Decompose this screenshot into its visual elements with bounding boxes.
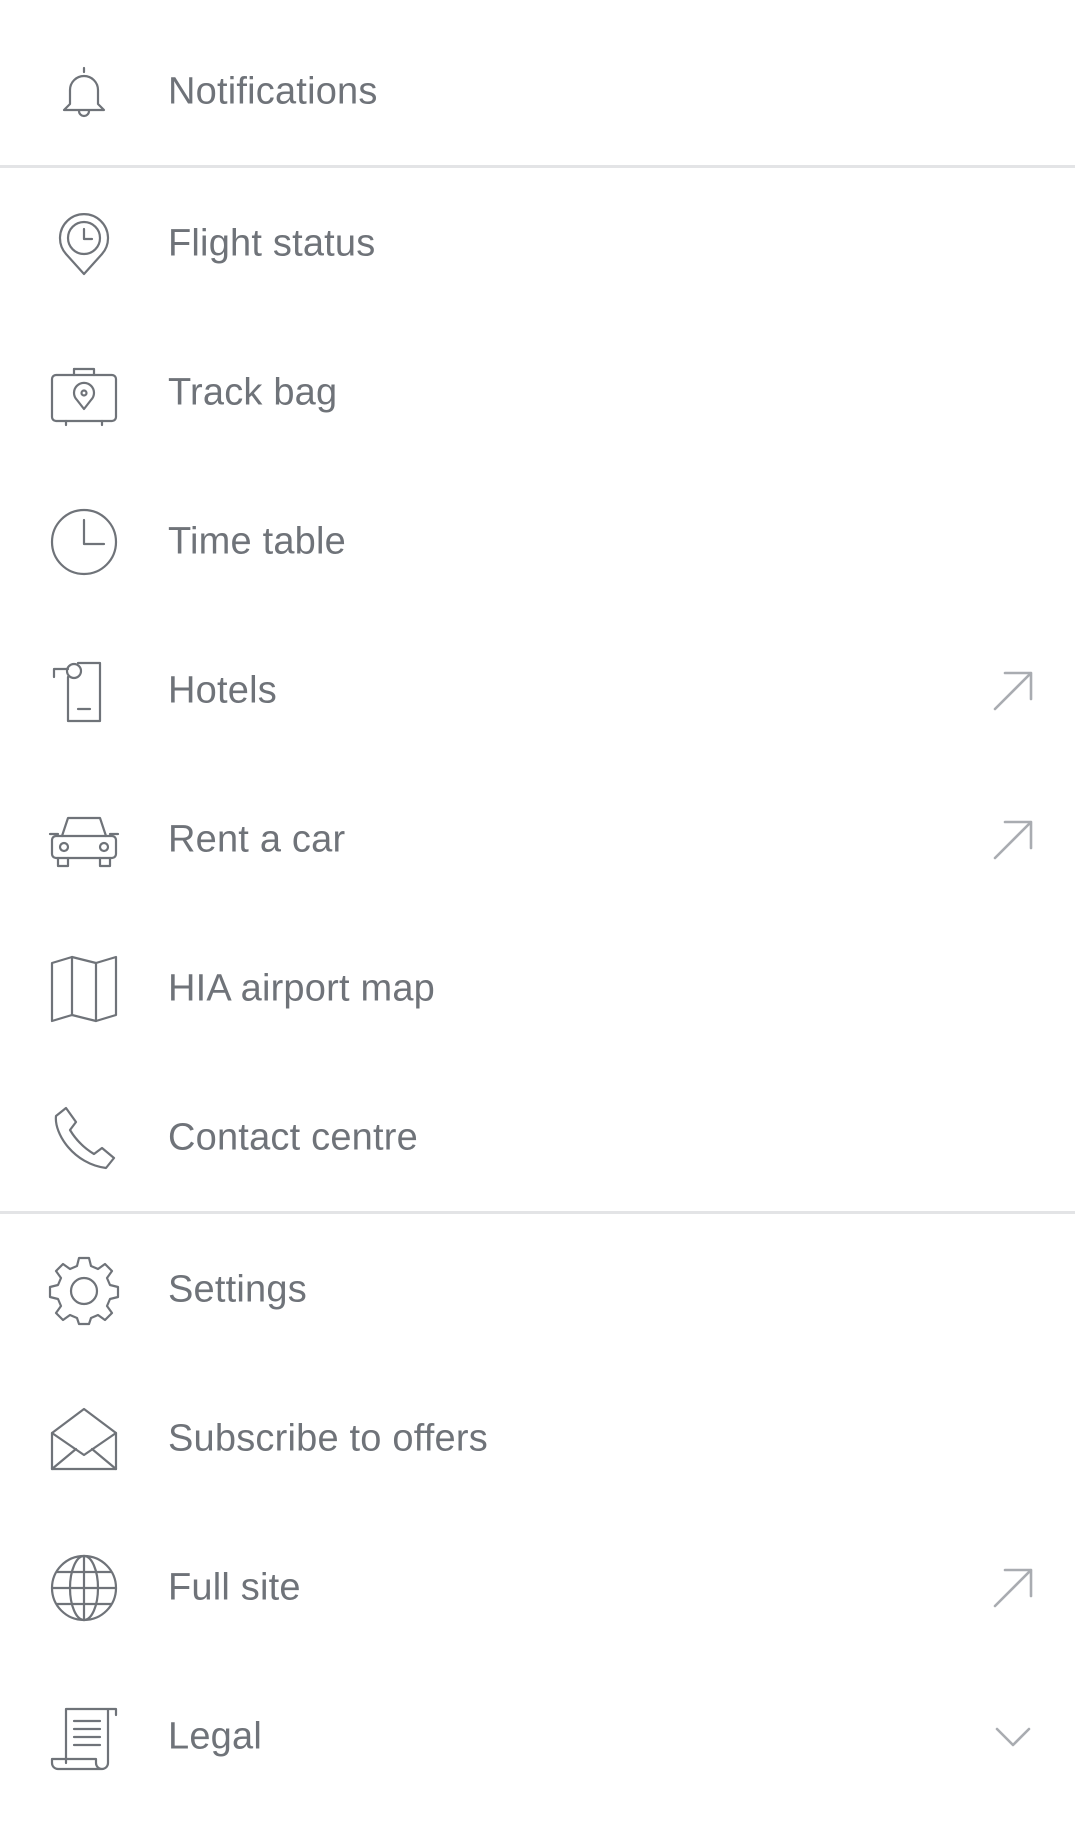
clock-icon xyxy=(48,506,120,578)
menu-item-hotels[interactable]: Hotels xyxy=(0,626,1075,756)
external-arrow-icon xyxy=(989,667,1037,715)
chevron-down-icon xyxy=(989,1713,1037,1761)
menu-item-label: Track bag xyxy=(168,371,338,414)
menu-item-flight-status[interactable]: Flight status xyxy=(0,179,1075,309)
menu-item-time-table[interactable]: Time table xyxy=(0,477,1075,607)
open-envelope-icon xyxy=(48,1403,120,1475)
menu-item-label: Settings xyxy=(168,1268,307,1311)
car-icon xyxy=(48,804,120,876)
menu-item-label: Time table xyxy=(168,520,346,563)
menu-item-legal[interactable]: Legal xyxy=(0,1672,1075,1802)
door-hanger-icon xyxy=(48,655,120,727)
menu-item-label: Legal xyxy=(168,1715,262,1758)
menu-item-settings[interactable]: Settings xyxy=(0,1225,1075,1355)
bell-icon xyxy=(48,56,120,128)
menu-item-notifications[interactable]: Notifications xyxy=(0,27,1075,157)
menu-item-label: Full site xyxy=(168,1566,301,1609)
luggage-location-icon xyxy=(48,357,120,429)
menu-item-label: Notifications xyxy=(168,70,378,113)
section-divider xyxy=(0,165,1075,168)
menu-item-label: HIA airport map xyxy=(168,967,435,1010)
menu-item-track-bag[interactable]: Track bag xyxy=(0,328,1075,458)
menu-item-label: Subscribe to offers xyxy=(168,1417,488,1460)
menu-item-full-site[interactable]: Full site xyxy=(0,1523,1075,1653)
menu-item-label: Hotels xyxy=(168,669,277,712)
menu-item-subscribe-to-offers[interactable]: Subscribe to offers xyxy=(0,1374,1075,1504)
globe-icon xyxy=(48,1552,120,1624)
map-icon xyxy=(48,953,120,1025)
external-arrow-icon xyxy=(989,816,1037,864)
gear-icon xyxy=(48,1254,120,1326)
menu-item-label: Rent a car xyxy=(168,818,346,861)
menu-item-label: Flight status xyxy=(168,222,376,265)
menu-item-rent-a-car[interactable]: Rent a car xyxy=(0,775,1075,905)
menu-item-hia-airport-map[interactable]: HIA airport map xyxy=(0,924,1075,1054)
phone-icon xyxy=(48,1102,120,1174)
location-clock-icon xyxy=(48,208,120,280)
section-divider xyxy=(0,1211,1075,1214)
external-arrow-icon xyxy=(989,1564,1037,1612)
navigation-menu: Notifications Flight status Track bag Ti… xyxy=(0,0,1075,1840)
menu-item-contact-centre[interactable]: Contact centre xyxy=(0,1073,1075,1203)
scroll-document-icon xyxy=(48,1701,120,1773)
menu-item-label: Contact centre xyxy=(168,1116,418,1159)
